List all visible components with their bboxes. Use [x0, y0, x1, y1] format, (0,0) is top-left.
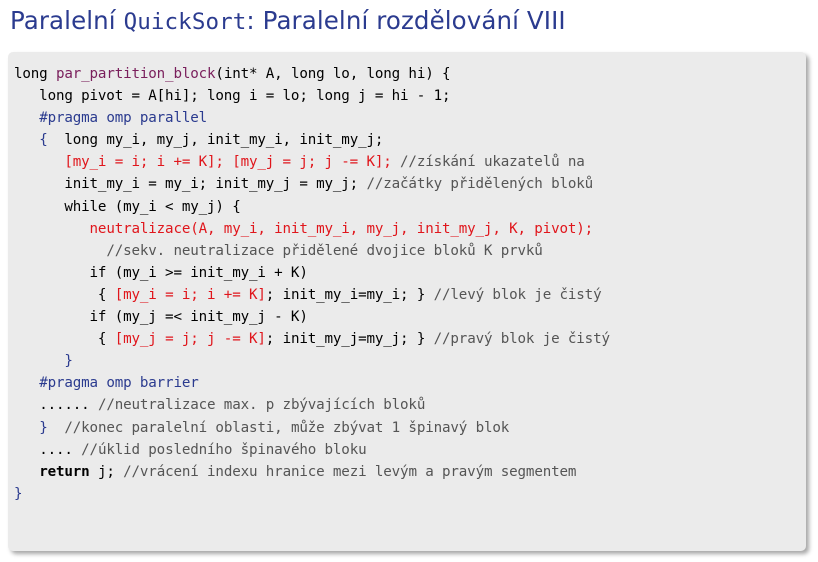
code-text: (int* A, long lo, long hi) { [215, 66, 451, 82]
keyword-return: return [39, 463, 90, 480]
highlighted-code: [my_i = i; i += K]; [my_j = j; j -= K]; [64, 154, 392, 171]
code-text: init_my_i = my_i; init_my_j = my_j; [64, 176, 367, 193]
pragma-directive: #pragma omp parallel [39, 110, 208, 127]
code-comment: //neutralizace max. p zbývajících bloků [97, 397, 426, 414]
code-text: ...... [39, 397, 98, 414]
code-line-9: //sekv. neutralizace přidělené dvojice b… [14, 240, 610, 262]
brace: { [39, 132, 48, 149]
code-text: while (my_i < my_j) { [64, 198, 241, 215]
code-text: ; init_my_i=my_i; } [265, 286, 434, 303]
code-line-5: [my_i = i; i += K]; [my_j = j; j -= K]; … [14, 151, 610, 173]
code-text: if (my_i >= init_my_i + K) [89, 264, 308, 281]
code-comment: //levý blok je čistý [433, 286, 602, 303]
brace: } [64, 353, 73, 370]
code-line-13: { [my_j = j; j -= K]; init_my_j=my_j; } … [14, 328, 610, 350]
highlighted-code: [my_i = i; i += K] [114, 286, 266, 303]
slide-title: Paralelní QuickSort: Paralelní rozdělová… [10, 6, 566, 35]
code-block: long par_partition_block(int* A, long lo… [14, 63, 610, 505]
code-line-16: ...... //neutralizace max. p zbývajících… [14, 394, 610, 416]
code-comment: //získání ukazatelů na [391, 154, 585, 171]
code-line-6: init_my_i = my_i; init_my_j = my_j; //za… [14, 173, 610, 195]
code-line-4: { long my_i, my_j, init_my_i, init_my_j; [14, 129, 610, 151]
code-text: { [97, 331, 115, 348]
code-line-2: long pivot = A[hi]; long i = lo; long j … [14, 85, 610, 107]
code-line-19: return j; //vrácení indexu hranice mezi … [14, 461, 610, 483]
code-line-1: long par_partition_block(int* A, long lo… [14, 63, 610, 85]
code-line-8: neutralizace(A, my_i, init_my_i, my_j, i… [14, 218, 610, 240]
highlighted-code: neutralizace(A, my_i, init_my_i, my_j, i… [89, 220, 594, 237]
title-part1: Paralelní [10, 6, 124, 35]
code-comment: //sekv. neutralizace přidělené dvojice b… [106, 242, 543, 259]
brace: } [39, 419, 48, 436]
code-comment: //pravý blok je čistý [433, 331, 610, 348]
code-comment: //začátky přidělených bloků [366, 176, 594, 193]
code-line-20: } [14, 483, 610, 505]
code-text: long pivot = A[hi]; long i = lo; long j … [14, 88, 451, 105]
code-line-3: #pragma omp parallel [14, 107, 610, 129]
highlighted-code: [my_j = j; j -= K] [114, 331, 266, 348]
code-line-11: { [my_i = i; i += K]; init_my_i=my_i; } … [14, 284, 610, 306]
code-comment: //vrácení indexu hranice mezi levým a pr… [123, 463, 577, 480]
code-text: if (my_j =< init_my_j - K) [89, 309, 308, 326]
code-text: long [14, 66, 56, 82]
code-text: ; init_my_j=my_j; } [265, 331, 434, 348]
title-quicksort: QuickSort [123, 9, 247, 35]
pragma-directive: #pragma omp barrier [39, 375, 199, 392]
code-comment: //konec paralelní oblasti, může zbývat 1… [47, 419, 510, 436]
code-text: long my_i, my_j, init_my_i, init_my_j; [47, 132, 384, 149]
code-text: j; [89, 463, 124, 480]
title-part2: : Paralelní rozdělování VIII [246, 6, 566, 35]
brace: } [14, 485, 23, 502]
code-line-17: } //konec paralelní oblasti, může zbývat… [14, 417, 610, 439]
function-name: par_partition_block [55, 66, 216, 82]
code-line-10: if (my_i >= init_my_i + K) [14, 262, 610, 284]
code-line-12: if (my_j =< init_my_j - K) [14, 306, 610, 328]
code-comment: //úklid posledního špinavého bloku [81, 441, 367, 458]
code-line-15: #pragma omp barrier [14, 372, 610, 394]
code-line-7: while (my_i < my_j) { [14, 196, 610, 218]
code-text: { [97, 286, 115, 303]
code-line-14: } [14, 350, 610, 372]
code-line-18: .... //úklid posledního špinavého bloku [14, 439, 610, 461]
code-text: .... [39, 441, 82, 458]
